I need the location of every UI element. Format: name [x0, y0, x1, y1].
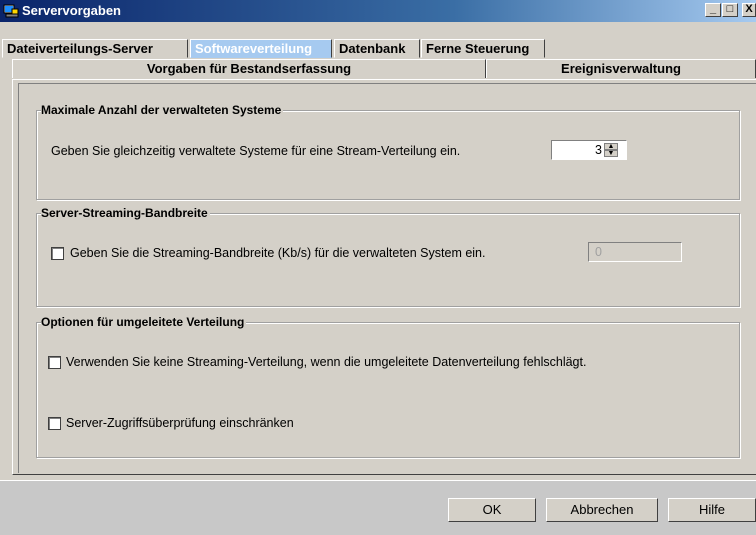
maximize-button[interactable]: □	[722, 3, 738, 17]
tab-dateiverteilungs-server[interactable]: Dateiverteilungs-Server	[2, 39, 188, 58]
title-bar: Servervorgaben _ □ X	[0, 0, 756, 22]
tab-row-2: Vorgaben für Bestandserfassung Ereignisv…	[0, 59, 756, 78]
bandwidth-label: Geben Sie die Streaming-Bandbreite (Kb/s…	[70, 246, 486, 260]
tab-datenbank[interactable]: Datenbank	[334, 39, 420, 58]
restrict-access-checkbox[interactable]	[48, 417, 61, 430]
tab-vorgaben-bestandserfassung[interactable]: Vorgaben für Bestandserfassung	[12, 59, 486, 78]
spinner-up-icon[interactable]: ▲	[604, 143, 618, 150]
tab-ereignisverwaltung[interactable]: Ereignisverwaltung	[486, 59, 756, 78]
server-defaults-window: Servervorgaben _ □ X Dateiverteilungs-Se…	[0, 0, 756, 535]
max-systems-value: 3	[595, 143, 602, 157]
tab-row-1: Dateiverteilungs-Server Softwareverteilu…	[0, 39, 756, 58]
no-streaming-label: Verwenden Sie keine Streaming-Verteilung…	[66, 355, 587, 369]
spinner-down-icon[interactable]: ▼	[604, 150, 618, 157]
group-redirect-title: Optionen für umgeleitete Verteilung	[41, 314, 247, 330]
max-systems-label: Geben Sie gleichzeitig verwaltete System…	[51, 144, 461, 158]
close-button[interactable]: X	[742, 3, 756, 17]
cancel-button[interactable]: Abbrechen	[546, 498, 658, 522]
app-icon	[3, 4, 19, 18]
ok-button[interactable]: OK	[448, 498, 536, 522]
bandwidth-checkbox[interactable]	[51, 247, 64, 260]
max-systems-spinner[interactable]: 3 ▲ ▼	[551, 140, 627, 160]
help-button[interactable]: Hilfe	[668, 498, 756, 522]
no-streaming-checkbox[interactable]	[48, 356, 61, 369]
group-bandwidth-title: Server-Streaming-Bandbreite	[41, 205, 210, 221]
tab-ferne-steuerung[interactable]: Ferne Steuerung	[421, 39, 545, 58]
minimize-button[interactable]: _	[705, 3, 721, 17]
button-bar: OK Abbrechen Hilfe	[0, 480, 756, 535]
spinner-arrows-icon[interactable]: ▲ ▼	[604, 143, 618, 157]
group-redirect: Optionen für umgeleitete Verteilung	[36, 314, 740, 458]
restrict-access-label: Server-Zugriffsüberprüfung einschränken	[66, 416, 294, 430]
group-max-systems-title: Maximale Anzahl der verwalteten Systeme	[41, 102, 284, 118]
bandwidth-value: 0	[595, 245, 602, 259]
tab-softwareverteilung[interactable]: Softwareverteilung	[190, 39, 332, 58]
window-title: Servervorgaben	[22, 3, 121, 18]
bandwidth-input[interactable]: 0	[588, 242, 682, 262]
